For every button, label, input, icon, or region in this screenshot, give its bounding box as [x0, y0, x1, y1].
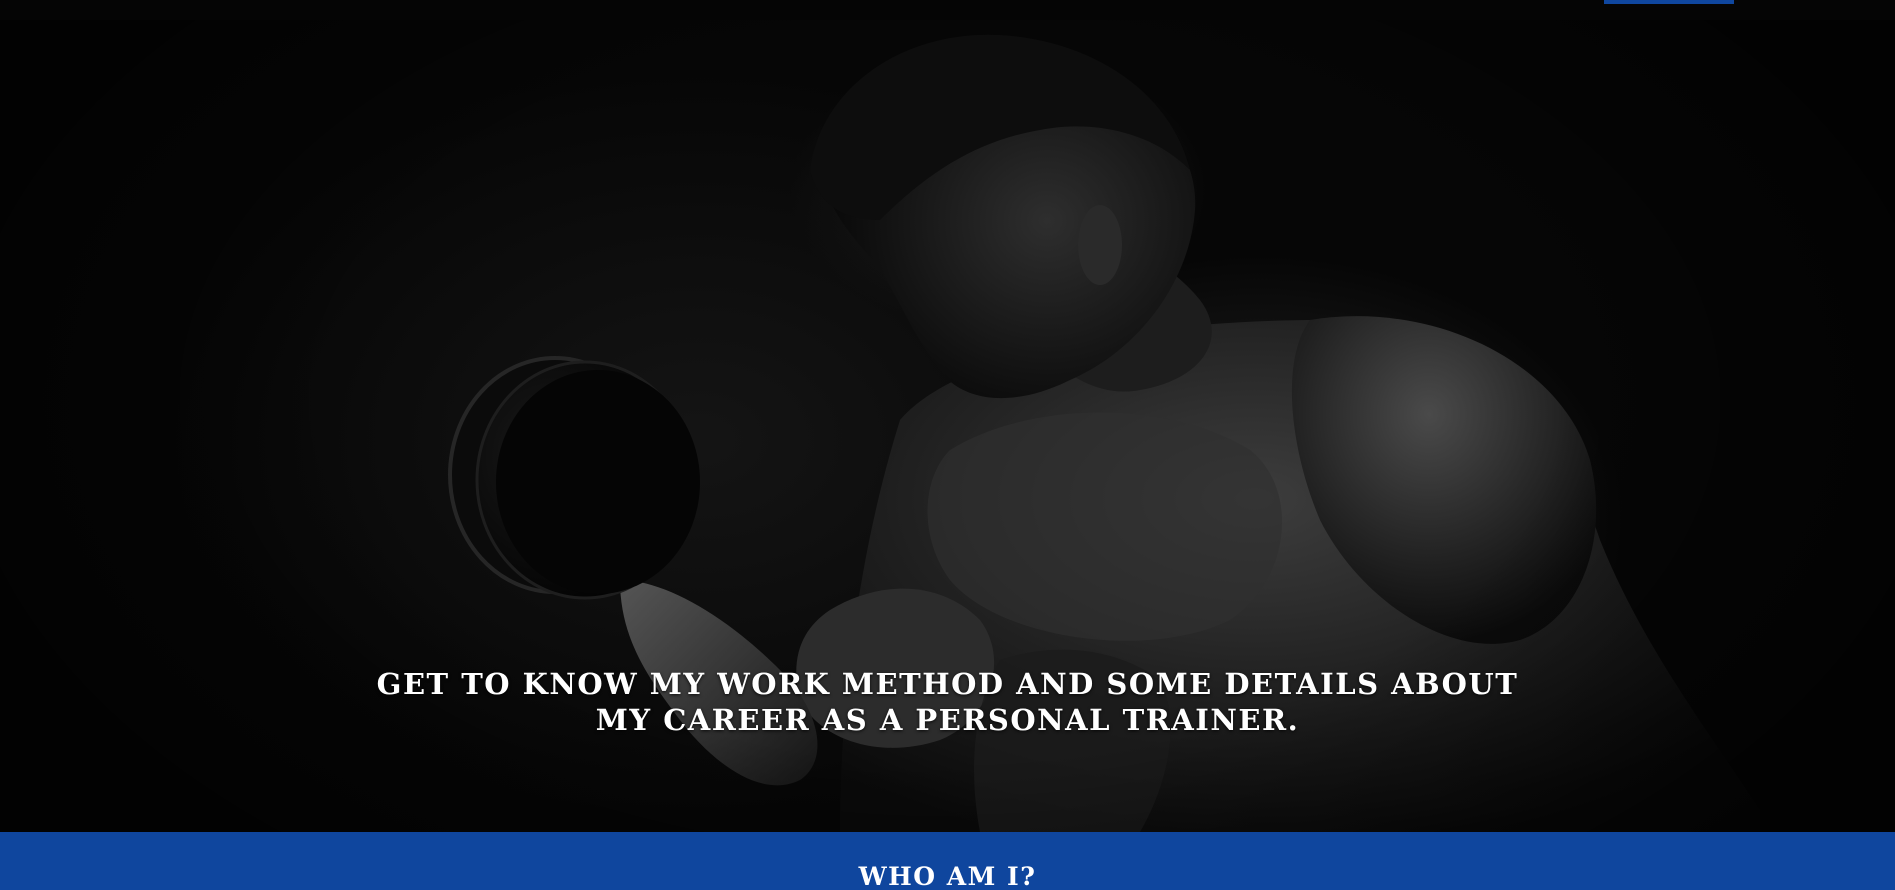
- active-nav-indicator: [1604, 0, 1734, 4]
- who-am-i-section: WHO AM I?: [0, 832, 1895, 890]
- hero-tagline: GET TO KNOW MY WORK METHOD AND SOME DETA…: [300, 666, 1595, 738]
- hero-tagline-line-2: MY CAREER AS A PERSONAL TRAINER.: [595, 703, 1300, 737]
- section-heading: WHO AM I?: [858, 862, 1037, 890]
- top-navigation-bar: [0, 0, 1895, 20]
- page: GET TO KNOW MY WORK METHOD AND SOME DETA…: [0, 0, 1895, 890]
- hero-banner: GET TO KNOW MY WORK METHOD AND SOME DETA…: [0, 20, 1895, 832]
- hero-tagline-line-1: GET TO KNOW MY WORK METHOD AND SOME DETA…: [376, 667, 1519, 701]
